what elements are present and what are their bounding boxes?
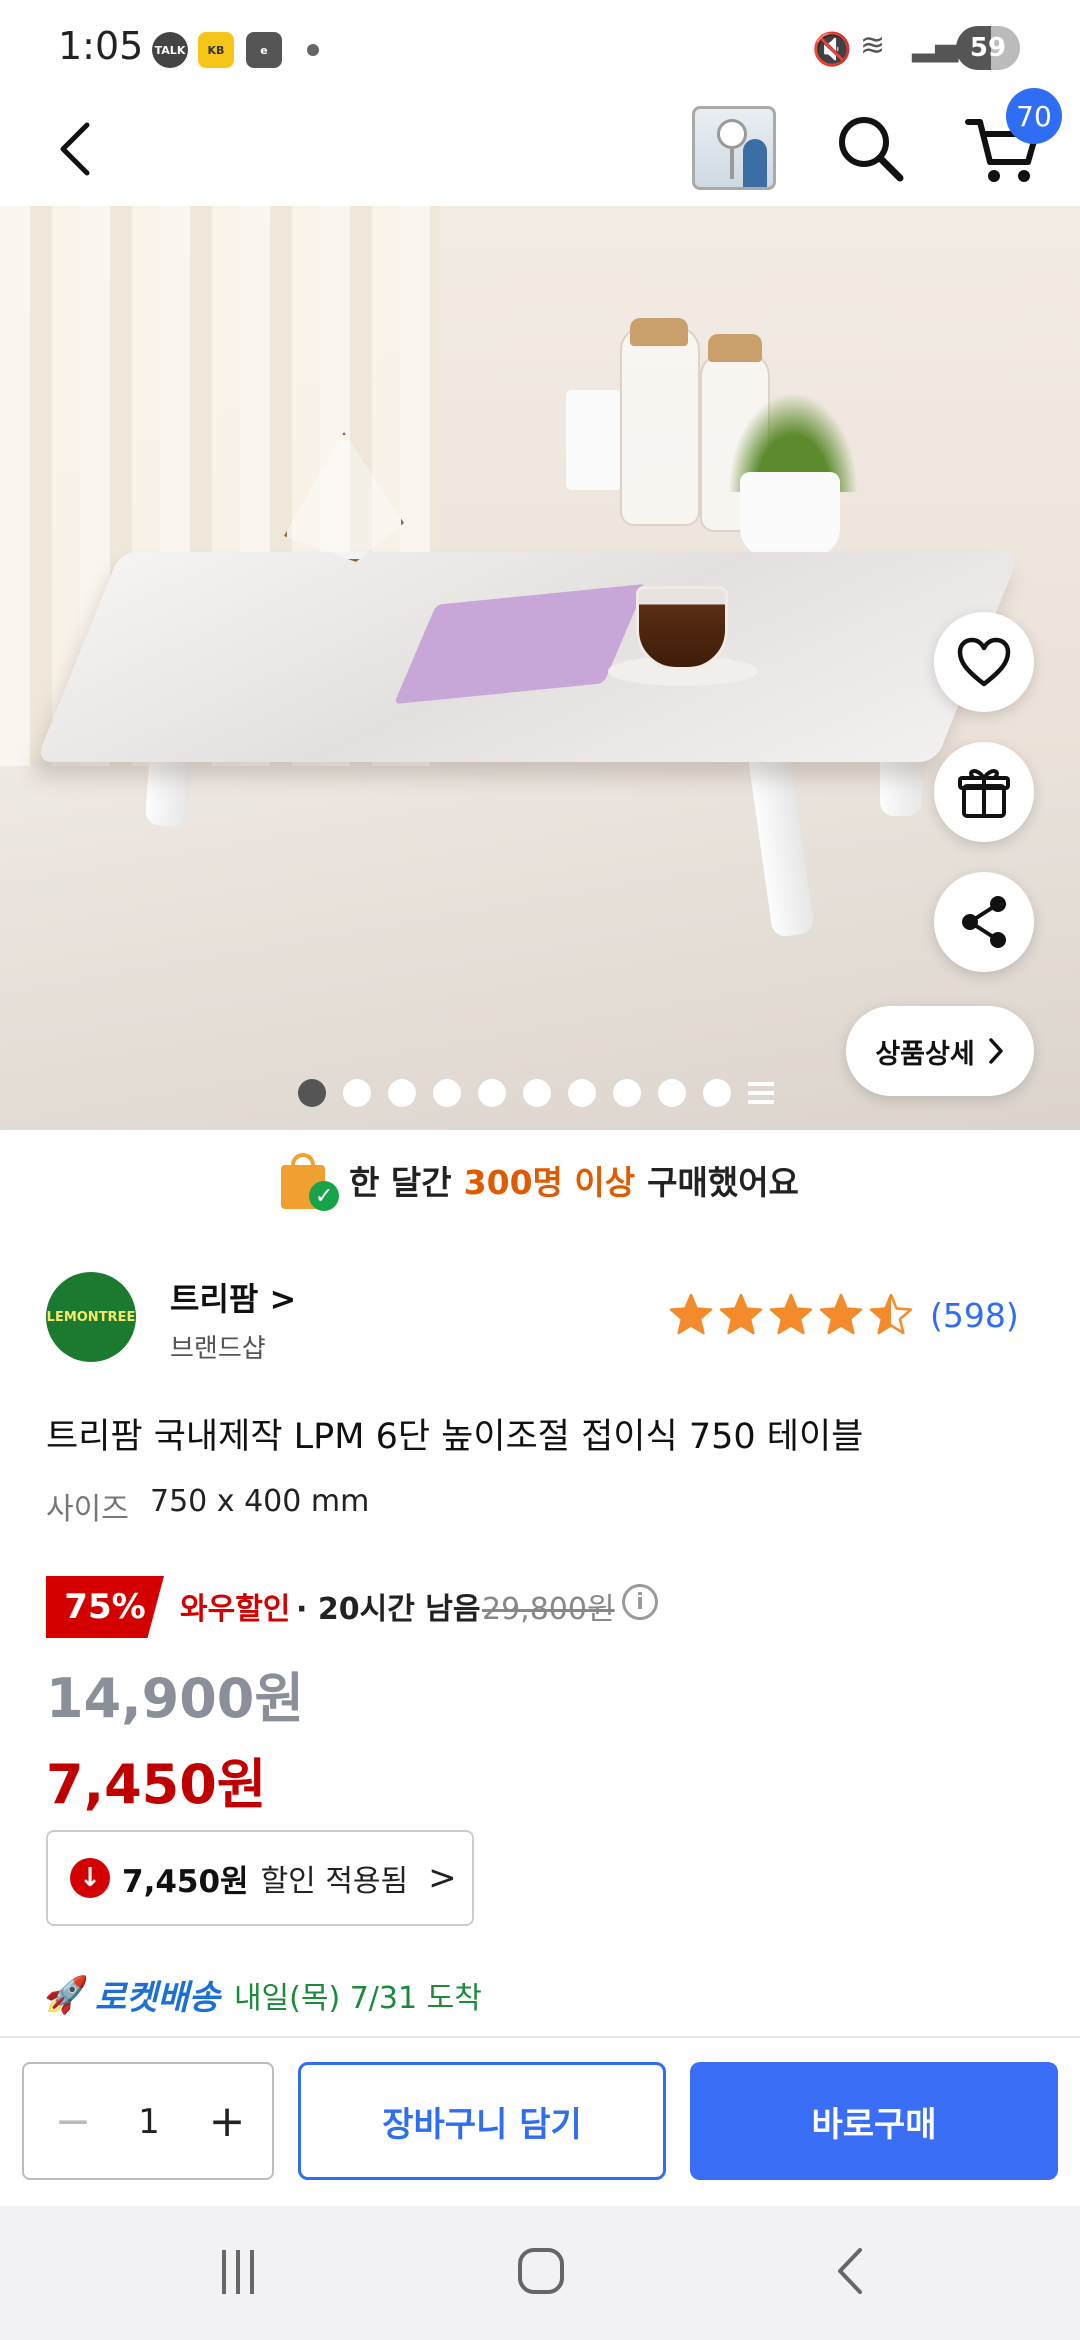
quantity-value[interactable]: 1 [124,2094,174,2150]
status-bar: 1:05 TALK KB e 🔇 ≋ ▂▄ 59 [0,0,1080,96]
cart-count-badge: 70 [1006,88,1062,144]
gallery-pagination[interactable] [298,1078,774,1108]
chevron-left-icon [60,122,90,176]
system-back-button[interactable] [826,2246,876,2296]
banner-prefix: 한 달간 [349,1163,452,1202]
brand-name-link[interactable]: 트리팜 > [170,1274,296,1320]
rocket-icon: 🚀 [44,1974,89,2016]
bottom-action-bar: − 1 + 장바구니 담기 바로구매 [0,2036,1080,2206]
star-icon [719,1293,763,1335]
status-time: 1:05 [58,24,144,68]
time-remaining: · 20시간 남음 [296,1592,481,1627]
gallery-dot[interactable] [433,1079,461,1107]
app-header [0,96,1080,206]
wishlist-button[interactable] [934,612,1034,712]
gallery-dot[interactable] [613,1079,641,1107]
home-button[interactable] [518,2248,564,2294]
banner-highlight: 300명 이상 [463,1163,636,1202]
recent-product-thumbnail[interactable] [692,106,776,190]
gallery-dot[interactable] [523,1079,551,1107]
gallery-dot[interactable] [388,1079,416,1107]
info-icon[interactable]: i [622,1584,658,1620]
rocket-delivery: 🚀 로켓배송 내일(목) 7/31 도착 [44,1970,482,2019]
arrow-down-icon: ↓ [70,1858,110,1898]
gallery-more-icon[interactable] [748,1082,774,1104]
brand-shop-label: 브랜드샵 [170,1334,266,1364]
add-to-cart-button[interactable]: 장바구니 담기 [298,2062,666,2180]
gallery-dot[interactable] [703,1079,731,1107]
gift-icon [958,769,1010,818]
gallery-dot[interactable] [298,1079,326,1107]
product-detail-button[interactable]: 상품상세 [846,1006,1034,1096]
recent-apps-button[interactable] [216,2250,260,2294]
size-value: 750 x 400 mm [150,1484,370,1519]
signal-icon: ▂▄ [912,28,959,63]
brand-logo[interactable]: LEMONTREE [46,1272,136,1362]
wifi-icon: ≋ [860,28,886,63]
share-button[interactable] [934,872,1034,972]
size-label: 사이즈 [46,1492,129,1527]
chevron-right-icon [988,1038,1003,1064]
gift-button[interactable] [934,742,1034,842]
quantity-increase-button[interactable]: + [202,2094,252,2150]
rocket-delivery-brand: 로켓배송 [94,1978,220,2018]
coupon-amount: 7,450원 [122,1863,249,1900]
heart-icon [957,637,1011,687]
gallery-dot[interactable] [343,1079,371,1107]
purchase-count-banner: ✓ 한 달간 300명 이상 구매했어요 [0,1140,1080,1220]
share-icon [962,896,1006,948]
product-title: 트리팜 국내제작 LPM 6단 높이조절 접이식 750 테이블 [46,1417,864,1457]
coupon-applied-button[interactable]: ↓ 7,450원 할인 적용됨 > [46,1830,474,1926]
review-count[interactable]: (598) [930,1296,1019,1335]
gallery-dot[interactable] [568,1079,596,1107]
star-icon [819,1293,863,1335]
star-icon [869,1293,913,1335]
discount-badge: 75% [46,1576,164,1638]
search-icon [839,117,904,182]
rating-stars[interactable] [668,1292,914,1338]
sale-price: 7,450원 [46,1753,267,1816]
system-navigation-bar [0,2206,1080,2340]
search-button[interactable] [830,108,910,188]
mute-icon: 🔇 [812,30,852,68]
kakaotalk-icon: TALK [152,32,188,68]
buy-now-button[interactable]: 바로구매 [690,2062,1058,2180]
quantity-decrease-button[interactable]: − [48,2094,98,2150]
original-price: 29,800원 [482,1592,615,1627]
delivery-date: 내일(목) 7/31 도착 [233,1980,482,2016]
banner-suffix: 구매했어요 [647,1163,799,1202]
chevron-right-icon: > [428,1858,457,1898]
product-image[interactable]: 상품상세 [0,206,1080,1130]
battery-icon: 59 [956,26,1020,70]
wow-discount-label: 와우할인 [180,1592,291,1627]
shopping-bag-icon: ✓ [281,1151,340,1211]
notification-dot-icon [307,44,319,56]
e-app-icon: e [246,32,282,68]
coupon-text: 할인 적용됨 [260,1864,409,1899]
product-detail-label: 상품상세 [875,1038,975,1070]
gallery-dot[interactable] [658,1079,686,1107]
kb-app-icon: KB [198,32,234,68]
back-button[interactable] [40,114,110,184]
chevron-left-icon [838,2248,862,2294]
star-icon [769,1293,813,1335]
gallery-dot[interactable] [478,1079,506,1107]
quantity-stepper: − 1 + [22,2062,274,2180]
star-icon [669,1293,713,1335]
regular-price: 14,900원 [46,1667,305,1730]
